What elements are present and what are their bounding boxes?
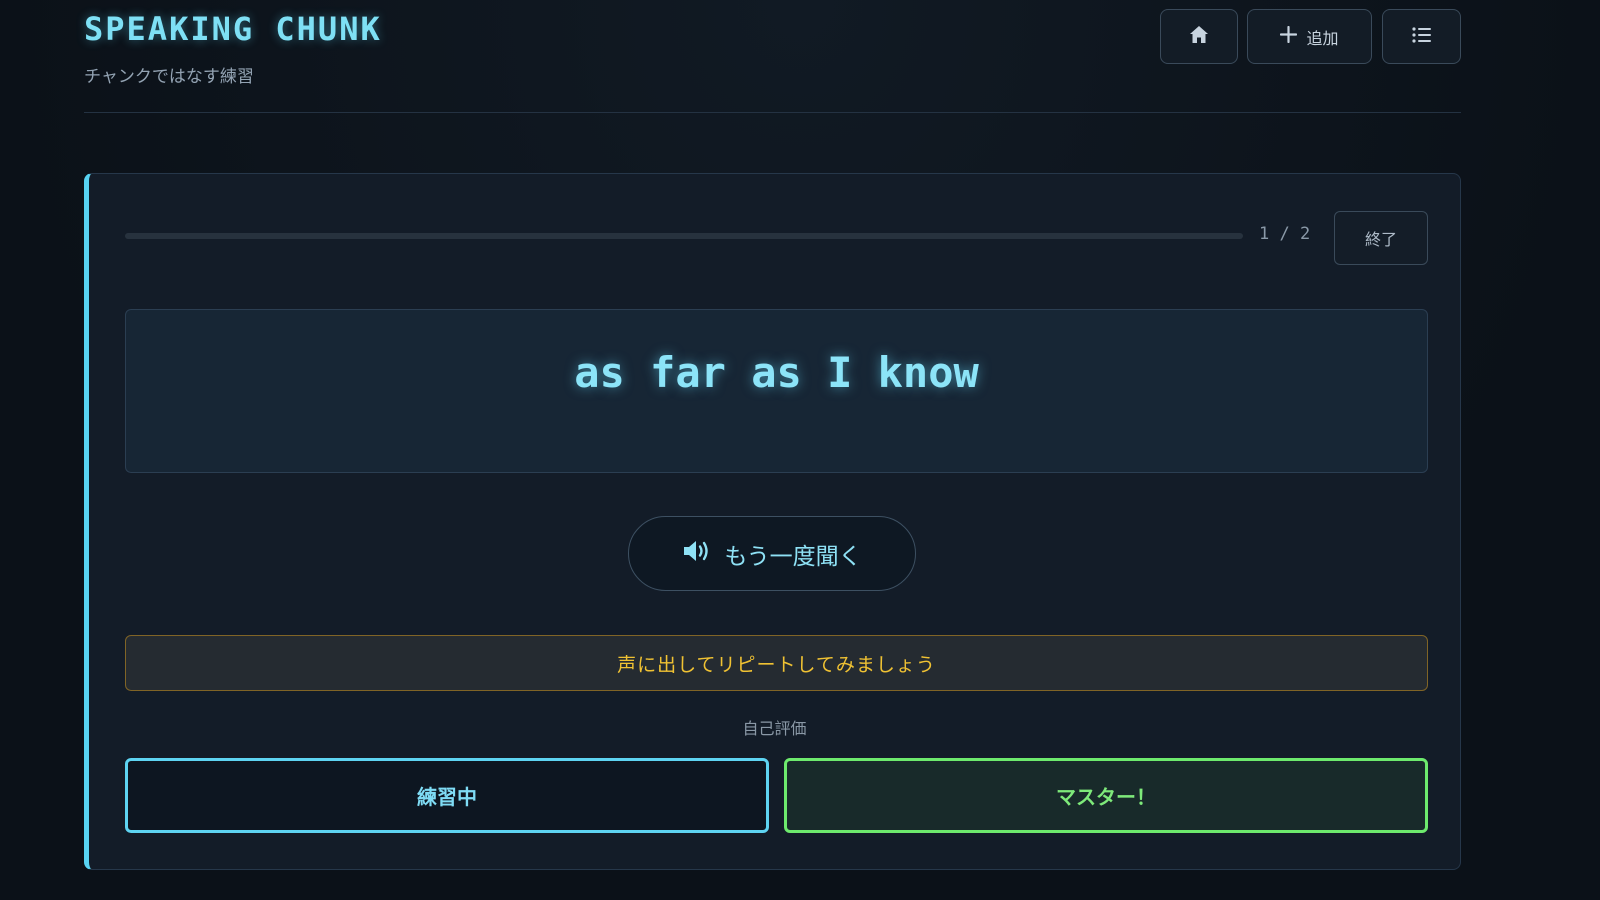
list-button[interactable] (1382, 9, 1461, 64)
chunk-text: as far as I know (574, 348, 979, 397)
plus-icon (1280, 25, 1298, 47)
add-button[interactable]: 追加 (1247, 9, 1372, 64)
app-header: SPEAKING CHUNK チャンクではなす練習 追加 (84, 0, 1461, 113)
add-button-label: 追加 (1306, 28, 1339, 48)
self-evaluation-label: 自己評価 (742, 719, 807, 738)
practice-card: 1 / 2 終了 as far as I know もう一度聞く 声に出してリピ… (84, 173, 1461, 870)
list-icon (1411, 26, 1432, 47)
speaker-icon (682, 539, 712, 569)
listen-again-label: もう一度聞く (724, 543, 862, 570)
master-button[interactable]: マスター！ (784, 758, 1428, 833)
repeat-hint: 声に出してリピートしてみましょう (125, 635, 1428, 691)
app-subtitle: チャンクではなす練習 (84, 67, 254, 87)
listen-again-button[interactable]: もう一度聞く (628, 516, 916, 591)
finish-button[interactable]: 終了 (1334, 211, 1428, 265)
chunk-display: as far as I know (125, 309, 1428, 473)
progress-count: 1 / 2 (1259, 224, 1311, 244)
home-button[interactable] (1160, 9, 1238, 64)
home-icon (1189, 25, 1209, 48)
progress-bar (125, 233, 1243, 239)
app-title: SPEAKING CHUNK (84, 10, 382, 48)
practicing-button[interactable]: 練習中 (125, 758, 769, 833)
